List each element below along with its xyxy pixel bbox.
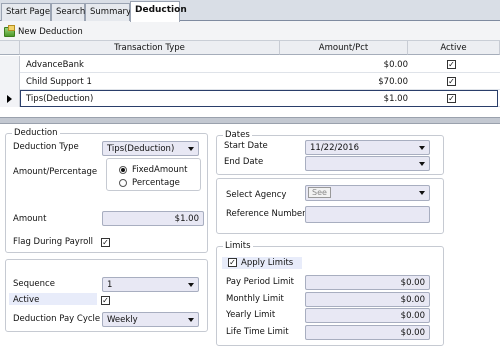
pay-period-limit-label: Pay Period Limit [226, 277, 294, 287]
pay-cycle-value: Weekly [107, 315, 138, 325]
deduction-group: Deduction Deduction Type Tips(Deduction)… [5, 128, 208, 253]
select-agency-label: Select Agency [226, 190, 287, 200]
agency-group: Select Agency See Reference Number [216, 178, 444, 234]
dates-group-title: Dates [223, 130, 252, 140]
tab-start-page[interactable]: Start Page [1, 3, 51, 21]
sequence-group: Sequence 1 Active ✓ Deduction Pay Cycle … [5, 259, 208, 332]
deduction-type-value: Tips(Deduction) [107, 144, 175, 154]
select-agency-dropdown[interactable]: See [305, 185, 430, 201]
current-row-arrow-icon [7, 95, 12, 103]
amount-label: Amount [13, 214, 47, 224]
tab-strip: Start Page Search Summary Deduction [0, 0, 500, 22]
splitter[interactable] [0, 117, 500, 124]
table-row[interactable]: Child Support 1 $70.00 ✓ [0, 73, 500, 90]
pay-cycle-label: Deduction Pay Cycle [13, 314, 101, 324]
lifetime-limit-label: Life Time Limit [226, 327, 289, 337]
pay-period-limit-field[interactable]: $0.00 [305, 275, 430, 290]
monthly-limit-label: Monthly Limit [226, 294, 284, 304]
column-header-amount[interactable]: Amount/Pct [280, 41, 408, 55]
amount-type-radio-group: FixedAmount Percentage [106, 158, 201, 191]
percentage-radio[interactable] [119, 179, 127, 187]
sequence-dropdown[interactable]: 1 [102, 277, 199, 292]
tab-summary[interactable]: Summary [85, 3, 131, 21]
tab-search[interactable]: Search [51, 3, 85, 21]
end-date-picker[interactable] [305, 156, 430, 171]
row-transaction-type: AdvanceBank [26, 60, 84, 70]
amount-percentage-label: Amount/Percentage [13, 167, 98, 177]
start-date-picker[interactable]: 11/22/2016 [305, 140, 430, 155]
yearly-limit-label: Yearly Limit [226, 310, 276, 320]
end-date-label: End Date [224, 157, 264, 167]
row-active-checkbox[interactable]: ✓ [447, 60, 456, 69]
selected-row-outline [20, 90, 498, 107]
start-date-label: Start Date [224, 141, 268, 151]
grid-corner [0, 41, 20, 55]
amount-field[interactable]: $1.00 [102, 211, 204, 226]
reference-number-label: Reference Number [226, 209, 306, 219]
row-selector[interactable] [0, 90, 20, 107]
dates-group: Dates Start Date 11/22/2016 End Date [216, 130, 444, 175]
lifetime-limit-field[interactable]: $0.00 [305, 325, 430, 340]
percentage-label[interactable]: Percentage [132, 178, 180, 188]
toolbar: New Deduction [0, 21, 500, 41]
tab-deduction[interactable]: Deduction [130, 1, 187, 22]
flag-during-payroll-checkbox[interactable]: ✓ [101, 238, 110, 247]
limits-group: Limits ✓ Apply Limits Pay Period Limit $… [216, 241, 444, 346]
deduction-type-dropdown[interactable]: Tips(Deduction) [102, 141, 199, 156]
start-date-value: 11/22/2016 [310, 143, 359, 153]
apply-limits-label[interactable]: Apply Limits [241, 258, 293, 268]
deductions-grid: Transaction Type Amount/Pct Active Advan… [0, 41, 500, 117]
fixed-amount-label[interactable]: FixedAmount [132, 165, 187, 175]
column-header-active[interactable]: Active [408, 41, 500, 55]
pay-cycle-dropdown[interactable]: Weekly [102, 312, 199, 327]
flag-during-payroll-label: Flag During Payroll [13, 237, 94, 247]
row-selector[interactable] [0, 56, 20, 73]
active-label: Active [13, 295, 40, 305]
add-document-icon [4, 24, 15, 37]
see-agency-button[interactable]: See [308, 187, 331, 198]
row-amount: $70.00 [378, 77, 408, 87]
column-header-transaction-type[interactable]: Transaction Type [20, 41, 280, 55]
new-deduction-button[interactable]: New Deduction [4, 24, 83, 38]
reference-number-field[interactable] [305, 206, 430, 223]
deduction-group-title: Deduction [12, 128, 60, 138]
limits-group-title: Limits [223, 241, 253, 251]
yearly-limit-field[interactable]: $0.00 [305, 308, 430, 323]
sequence-value: 1 [107, 280, 113, 290]
row-active-checkbox[interactable]: ✓ [447, 77, 456, 86]
row-amount: $0.00 [383, 60, 408, 70]
deduction-type-label: Deduction Type [13, 142, 79, 152]
row-selector[interactable] [0, 73, 20, 90]
monthly-limit-field[interactable]: $0.00 [305, 292, 430, 307]
new-deduction-label: New Deduction [18, 26, 83, 37]
apply-limits-checkbox[interactable]: ✓ [228, 258, 237, 267]
fixed-amount-radio[interactable] [119, 166, 127, 174]
sequence-label: Sequence [13, 279, 55, 289]
active-checkbox[interactable]: ✓ [101, 296, 110, 305]
table-row[interactable]: AdvanceBank $0.00 ✓ [0, 56, 500, 73]
row-transaction-type: Child Support 1 [26, 77, 92, 87]
